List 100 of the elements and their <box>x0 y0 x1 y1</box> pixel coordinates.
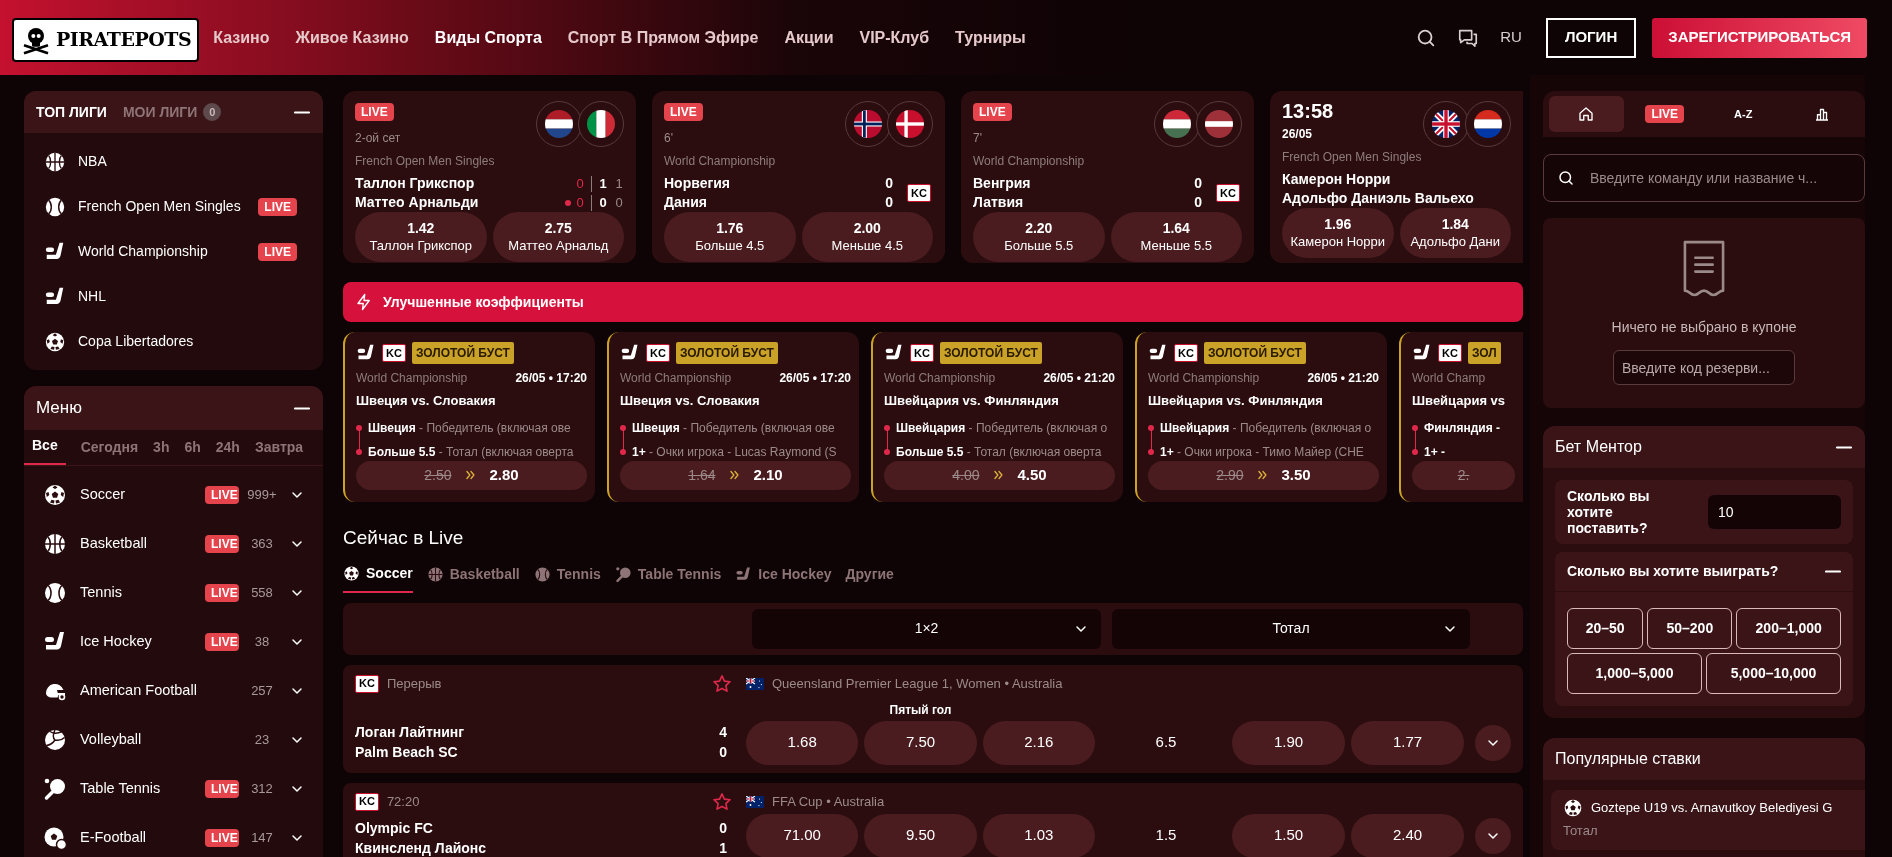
filter-tab[interactable]: Все <box>24 430 66 465</box>
odds-button[interactable]: 2.40 <box>1351 813 1464 857</box>
panel-tab[interactable] <box>1549 96 1624 132</box>
sport-tab[interactable]: Ice Hockey <box>735 562 832 593</box>
basketball-icon <box>426 565 444 583</box>
odds-button[interactable]: 2.20 Больше 5.5 <box>973 212 1105 262</box>
nav-link[interactable]: Казино <box>213 25 270 50</box>
odds-button[interactable]: 2.16 <box>982 720 1095 765</box>
score-text: 4 <box>719 723 727 742</box>
nav-link[interactable]: VIP-Клуб <box>859 25 930 50</box>
sport-link[interactable]: E-Football <box>80 826 205 849</box>
range-button[interactable]: 1,000–5,000 <box>1567 653 1702 694</box>
league-link[interactable]: World Championship <box>78 241 208 262</box>
panel-tab[interactable]: A-Z <box>1706 96 1781 132</box>
odds-button[interactable]: 2.00 Меньше 4.5 <box>801 212 933 262</box>
odds-button[interactable]: 1.84 Адольфо Дани <box>1399 208 1511 258</box>
live-badge: LIVE <box>205 485 239 504</box>
range-button[interactable]: 20–50 <box>1567 608 1644 649</box>
expand-button[interactable] <box>1475 817 1511 854</box>
odds-button[interactable]: 7.50 <box>864 720 977 765</box>
market-select[interactable]: Тотал <box>1112 608 1470 649</box>
sport-link[interactable]: Basketball <box>80 532 205 555</box>
flag-icon <box>587 110 615 138</box>
odds-button[interactable]: 1.96 Камерон Норри <box>1282 208 1394 258</box>
filter-tab[interactable]: Сегодня <box>80 430 139 465</box>
sport-link[interactable]: Soccer <box>80 483 205 506</box>
favorite-star-icon[interactable] <box>713 793 731 810</box>
odds-button[interactable]: 1.68 <box>746 720 859 765</box>
boosted-odds-button[interactable]: 2. <box>1412 460 1515 490</box>
odds-button[interactable]: 71.00 <box>746 813 859 857</box>
odds-button[interactable]: 1.03 <box>982 813 1095 857</box>
language-button[interactable]: RU <box>1500 26 1522 49</box>
search-field[interactable]: Введите команду или название ч... <box>1543 154 1865 202</box>
boosted-odds-button[interactable]: 1.64 2.10 <box>620 460 851 490</box>
sport-tab[interactable]: Tennis <box>533 562 601 593</box>
sport-link[interactable]: American Football <box>80 679 205 702</box>
field-label: Сколько вы хотите поставить? <box>1567 488 1651 536</box>
league-tab[interactable]: МОИ ЛИГИ 0 <box>122 101 222 123</box>
nav-link[interactable]: Живое Казино <box>295 25 409 50</box>
sport-tab[interactable]: Другие <box>845 562 894 593</box>
odds-button[interactable]: 1.77 <box>1351 720 1464 765</box>
sport-tab[interactable]: Soccer <box>343 562 413 593</box>
odds-button[interactable]: 2.75 Маттео Арнальд <box>492 212 624 262</box>
league-link[interactable]: NBA <box>78 151 107 172</box>
odds-button[interactable]: 1.50 <box>1232 813 1345 857</box>
sport-link[interactable]: Volleyball <box>80 728 205 751</box>
live-badge: LIVE <box>205 828 239 847</box>
league-link[interactable]: Copa Libertadores <box>78 331 194 352</box>
live-badge: LIVE <box>258 197 297 216</box>
sport-tab[interactable]: Table Tennis <box>614 562 722 593</box>
count-text: 312 <box>250 779 274 798</box>
filter-tab[interactable]: 24h <box>215 430 240 465</box>
sport-link[interactable]: Tennis <box>80 581 205 604</box>
panel-tab[interactable]: LIVE <box>1627 96 1702 132</box>
score-text: 0 <box>1194 174 1203 193</box>
register-button[interactable]: ЗАРЕГИСТРИРОВАТЬСЯ <box>1652 17 1867 58</box>
login-button[interactable]: ЛОГИН <box>1545 17 1637 58</box>
odds-button[interactable]: 1.42 Таллон Грикспор <box>355 212 487 262</box>
sport-link[interactable]: Table Tennis <box>80 777 205 800</box>
league-link[interactable]: NHL <box>78 286 106 307</box>
logo[interactable]: PIRATEPOTS <box>12 17 200 62</box>
nav-link[interactable]: Виды Спорта <box>434 25 542 50</box>
stake-field[interactable]: 10 <box>1708 495 1841 529</box>
tennis-ball-icon <box>43 580 67 605</box>
league-tab[interactable]: ТОП ЛИГИ <box>36 101 107 123</box>
odds-button[interactable]: 1.90 <box>1232 720 1345 765</box>
expand-button[interactable] <box>1475 724 1511 761</box>
filter-tab[interactable]: 6h <box>184 430 201 465</box>
boosted-odds-button[interactable]: 2.50 2.80 <box>356 460 587 490</box>
boosted-odds-button[interactable]: 4.00 4.50 <box>884 460 1115 490</box>
boosted-odds-button[interactable]: 2.90 3.50 <box>1148 460 1379 490</box>
boost-tag: ЗОЛОТОЙ БУСТ <box>675 342 778 364</box>
nav-link[interactable]: Спорт В Прямом Эфире <box>567 25 759 50</box>
minus-icon <box>1835 445 1853 449</box>
market-select[interactable]: 1×2 <box>752 608 1101 649</box>
live-badge: LIVE <box>973 103 1012 121</box>
league-name: World Championship <box>664 153 776 170</box>
filter-tab[interactable]: 3h <box>153 430 170 465</box>
match-date: 26/05 <box>1282 126 1314 143</box>
sport-tab[interactable]: Basketball <box>426 562 520 593</box>
kc-badge: KC <box>1174 344 1198 362</box>
nav-link[interactable]: Турниры <box>955 25 1026 50</box>
bet-selection: Швейцария - Победитель (включая о <box>896 419 1108 437</box>
odds-button[interactable]: 1.64 Меньше 5.5 <box>1110 212 1242 262</box>
team-name: Olympic FC <box>355 819 433 838</box>
range-button[interactable]: 200–1,000 <box>1736 608 1841 649</box>
code-field[interactable]: Введите код резерви... <box>1613 350 1795 385</box>
live-badge: LIVE <box>205 534 239 553</box>
range-button[interactable]: 5,000–10,000 <box>1706 653 1841 694</box>
filter-tab[interactable]: Завтра <box>254 430 304 465</box>
sport-link[interactable]: Ice Hockey <box>80 630 205 653</box>
nav-link[interactable]: Акции <box>784 25 834 50</box>
league-name: French Open Men Singles <box>1282 149 1422 166</box>
odds-button[interactable]: 1.76 Больше 4.5 <box>664 212 796 262</box>
odds-button[interactable]: 9.50 <box>864 813 977 857</box>
match-time: 13:58 <box>1282 101 1335 121</box>
league-link[interactable]: French Open Men Singles <box>78 196 241 217</box>
market-name: Тотал <box>1563 823 1598 838</box>
favorite-star-icon[interactable] <box>713 675 731 692</box>
range-button[interactable]: 50–200 <box>1647 608 1733 649</box>
